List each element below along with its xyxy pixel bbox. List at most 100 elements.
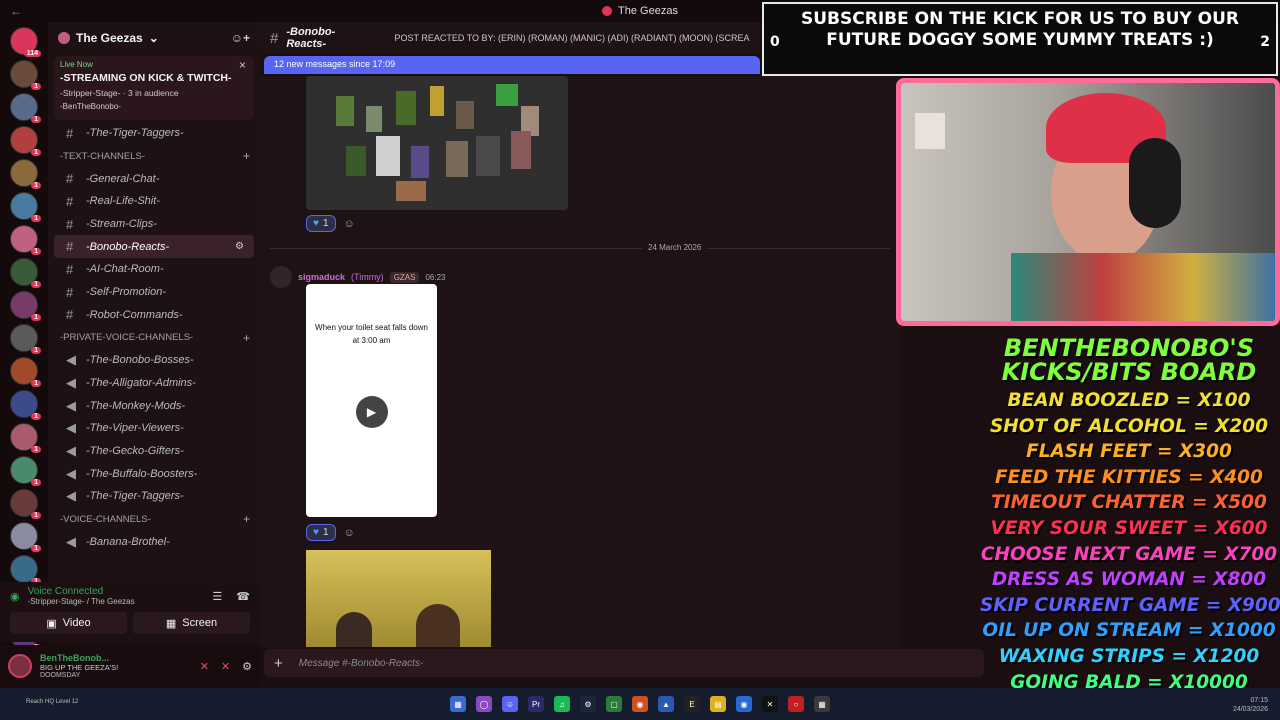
channel-name: -The-Viper-Viewers-	[86, 422, 184, 435]
server-icon[interactable]: 1	[10, 291, 41, 321]
channel-item[interactable]: # -AI-Chat-Room-	[54, 258, 254, 281]
server-icon[interactable]: 1	[10, 159, 41, 189]
server-icon[interactable]: 1	[10, 324, 41, 354]
play-icon[interactable]: ▶	[355, 395, 388, 428]
minecraft-mobs-image[interactable]	[306, 76, 568, 210]
reaction-heart[interactable]: ♥ 1	[306, 215, 336, 232]
webcam-frame	[896, 78, 1280, 326]
server-icon[interactable]: 1	[10, 60, 41, 90]
windows-start-icon[interactable]: ▦	[450, 696, 466, 712]
channel-item[interactable]: # -Real-Life-Shit-	[54, 190, 254, 213]
channel-item[interactable]: # -The-Tiger-Taggers-	[54, 122, 254, 145]
server-icon[interactable]: 1	[10, 489, 41, 519]
mute-icon[interactable]: ✕	[200, 660, 209, 673]
speaker-icon: ◀	[66, 488, 76, 504]
app-icon[interactable]: ▢	[606, 696, 622, 712]
channel-item[interactable]: ◀ -The-Gecko-Gifters-	[54, 440, 254, 463]
voice-connected-sub[interactable]: -Stripper-Stage- / The Geezas	[28, 597, 135, 606]
message-input[interactable]: Message #-Bonobo-Reacts-	[299, 658, 424, 669]
steam-icon[interactable]: ⚙	[580, 696, 596, 712]
channel-item[interactable]: ◀ -The-Viper-Viewers-	[54, 417, 254, 440]
server-icon[interactable]: 1	[10, 390, 41, 420]
timestamp: 06:23	[425, 272, 446, 282]
channel-item[interactable]: ◀ -The-Tiger-Taggers-	[54, 485, 254, 508]
channel-category[interactable]: -PRIVATE-VOICE-CHANNELS- +	[48, 326, 260, 349]
reaction-heart[interactable]: ♥ 1	[306, 524, 336, 541]
unread-badge: 1	[31, 446, 41, 453]
server-icon[interactable]: 1	[10, 192, 41, 222]
video-button[interactable]: ▣ Video	[10, 612, 127, 634]
app-icon[interactable]: ▦	[814, 696, 830, 712]
channel-item[interactable]: ◀ -The-Alligator-Admins-	[54, 372, 254, 395]
server-icon[interactable]: 1	[10, 126, 41, 156]
add-channel-icon[interactable]: +	[243, 512, 250, 526]
epic-games-icon[interactable]: E	[684, 696, 700, 712]
spotify-icon[interactable]: ♫	[554, 696, 570, 712]
screen-share-button[interactable]: ▦ Screen	[133, 612, 250, 634]
server-icon[interactable]: 114	[10, 27, 41, 57]
speaker-icon: ◀	[66, 420, 76, 436]
channel-item[interactable]: ◀ -The-Buffalo-Boosters-	[54, 462, 254, 485]
channel-item[interactable]: # -Bonobo-Reacts- ⚙	[54, 235, 254, 259]
server-icon[interactable]: 1	[10, 555, 41, 585]
edge-icon[interactable]: ◉	[736, 696, 752, 712]
channel-item[interactable]: ◀ -Banana-Brothel-	[54, 530, 254, 553]
person-figure	[416, 604, 460, 647]
new-messages-bar[interactable]: 12 new messages since 17:09	[264, 56, 760, 74]
app-icon[interactable]: ▲	[658, 696, 674, 712]
attached-image[interactable]	[306, 550, 491, 647]
app-icon[interactable]: ○	[788, 696, 804, 712]
channel-item[interactable]: ◀ -The-Bonobo-Bosses-	[54, 349, 254, 372]
live-now-card[interactable]: Live Now -STREAMING ON KICK & TWITCH- -S…	[54, 56, 254, 120]
server-tag[interactable]: GZAS	[389, 271, 420, 283]
channel-item[interactable]: # -General-Chat-	[54, 167, 254, 190]
server-icon[interactable]: 1	[10, 423, 41, 453]
channel-item[interactable]: # -Robot-Commands-	[54, 304, 254, 327]
server-icon[interactable]: 1	[10, 93, 41, 123]
channel-topic[interactable]: POST REACTED TO BY: (ERIN) (ROMAN) (MANI…	[395, 33, 750, 43]
taskbar-widget[interactable]: Reach HQ Level 12	[26, 699, 78, 705]
channel-name: -The-Tiger-Taggers-	[86, 490, 184, 503]
channel-category[interactable]: -TEXT-CHANNELS- +	[48, 145, 260, 168]
channel-item[interactable]: ◀ -The-Monkey-Mods-	[54, 394, 254, 417]
video-embed[interactable]: When your toilet seat falls down at 3:00…	[306, 284, 437, 517]
folder-icon[interactable]: ▤	[710, 696, 726, 712]
server-icon[interactable]: 1	[10, 357, 41, 387]
unread-badge: 114	[23, 50, 41, 57]
channel-item[interactable]: # -Self-Promotion-	[54, 281, 254, 304]
close-icon[interactable]: ×	[239, 58, 246, 72]
add-channel-icon[interactable]: +	[243, 149, 250, 163]
channel-item[interactable]: # -Stream-Clips-	[54, 213, 254, 236]
settings-gear-icon[interactable]: ⚙	[235, 241, 244, 252]
browser-icon[interactable]: ◉	[632, 696, 648, 712]
app-icon[interactable]: ◯	[476, 696, 492, 712]
live-stage: -Stripper-Stage- · 3 in audience	[60, 88, 179, 98]
server-icon[interactable]: 1	[10, 456, 41, 486]
clock[interactable]: 07:15 24/03/2026	[1233, 696, 1268, 714]
add-reaction-icon[interactable]: ☺	[344, 527, 355, 539]
premiere-icon[interactable]: Pr	[528, 696, 544, 712]
add-user-icon[interactable]: ☺+	[231, 31, 250, 45]
deafen-icon[interactable]: ✕	[221, 660, 230, 673]
avatar[interactable]	[270, 266, 292, 288]
avatar[interactable]	[8, 654, 32, 678]
noise-suppression-icon[interactable]: ☰	[212, 590, 222, 603]
guild-header[interactable]: The Geezas ⌄ ☺+	[48, 22, 260, 54]
person-figure	[336, 612, 372, 647]
disconnect-icon[interactable]: ☎	[236, 590, 250, 603]
author-name[interactable]: sigmaduck	[298, 272, 345, 282]
signal-icon: ◉	[10, 590, 20, 603]
capcut-icon[interactable]: ✕	[762, 696, 778, 712]
channel-category[interactable]: -VOICE-CHANNELS- +	[48, 508, 260, 531]
back-arrow-icon[interactable]: ←	[10, 4, 22, 18]
server-icon[interactable]: 1	[10, 258, 41, 288]
server-icon[interactable]: 1	[10, 522, 41, 552]
discord-icon[interactable]: ☺	[502, 696, 518, 712]
add-channel-icon[interactable]: +	[243, 331, 250, 345]
voice-connected-panel: ◉ Voice Connected -Stripper-Stage- / The…	[0, 582, 260, 642]
attach-plus-icon[interactable]: +	[274, 655, 283, 672]
server-icon[interactable]: 1	[10, 225, 41, 255]
add-reaction-icon[interactable]: ☺	[344, 218, 355, 230]
settings-gear-icon[interactable]: ⚙	[242, 660, 252, 673]
speaker-icon: ◀	[66, 352, 76, 368]
